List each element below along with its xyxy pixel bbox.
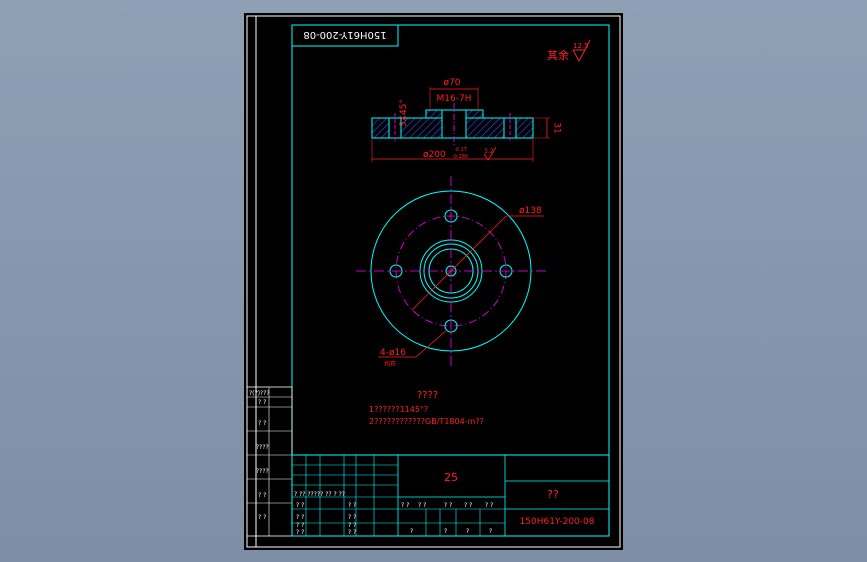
title-row-label-0: ? ?? ????? ?? ? ?? — [294, 491, 345, 498]
side-row-4: ???? — [256, 468, 269, 475]
title-bottom-2: ? — [466, 528, 469, 535]
rotated-drawing-code: 150H61Y-200-08 — [303, 29, 386, 40]
title-sign-2: ? ? — [348, 522, 356, 529]
dim-bore-text: ø70 — [444, 78, 461, 88]
section-view: ø70 M16-7H 5X45° 31 ø200 -0.17 -0.285 3.… — [371, 78, 562, 162]
dim-thickness-text: 31 — [552, 122, 562, 133]
title-block: 25 ?? 150H61Y-200-08 ? ?? ????? ?? ? ?? … — [291, 454, 610, 537]
title-row-label-3: ? ? — [296, 522, 304, 529]
title-row-label-1: ? ? — [296, 502, 304, 509]
notes-line-2: 2????????????GB/T1804-m?? — [369, 417, 484, 426]
dim-holes-leader — [415, 329, 448, 358]
title-sign-0: ? ? — [348, 502, 356, 509]
title-mid-4: ? ? — [485, 502, 493, 509]
title-sign-3: ? ? — [348, 529, 356, 536]
title-mid-3: ? ? — [464, 502, 472, 509]
side-row-6: ? ? — [258, 514, 266, 521]
title-row-label-4: ? ? — [296, 529, 304, 536]
title-name-cell: ?? — [547, 488, 559, 501]
title-drawing-number: 150H61Y-200-08 — [520, 517, 595, 527]
dim-tol-lower: -0.285 — [452, 154, 468, 160]
title-mid-2: ? ? — [444, 502, 452, 509]
title-scale-cell: 25 — [444, 471, 458, 484]
title-bottom-1: ? — [444, 528, 447, 535]
dim-tol-upper: -0.17 — [454, 147, 467, 153]
notes-title: ???? — [417, 390, 438, 401]
side-table: ?(?)??? ? ? ? ? ???? ???? ? ? ? ? — [246, 386, 293, 537]
title-bottom-0: ? — [410, 528, 413, 535]
title-mid-1: ? ? — [418, 502, 426, 509]
dim-holes-note: 均布 — [384, 360, 396, 368]
sheet-border — [246, 15, 621, 548]
side-row-1: ? ? — [258, 399, 266, 406]
title-bottom-3: ? — [489, 528, 492, 535]
side-row-2: ? ? — [258, 420, 266, 427]
dim-thread-text: M16-7H — [437, 94, 472, 104]
dim-outer-text: ø200 — [423, 150, 446, 160]
side-row-5: ? ? — [258, 492, 266, 499]
dim-pcd-leader — [411, 215, 507, 311]
side-row-0: ?(?)??? — [249, 390, 270, 397]
drawing-canvas[interactable]: 150H61Y-200-08 其余 12.5 ø70 M16-7H 5X45° … — [244, 13, 623, 550]
title-sign-1: ? ? — [348, 514, 356, 521]
dim-holes-text: 4-ø16 — [380, 348, 406, 358]
title-mid-0: ? ? — [401, 502, 409, 509]
dim-chamfer-text: 5X45° — [399, 99, 409, 127]
title-row-label-2: ? ? — [296, 514, 304, 521]
notes-line-1: 1??????1145°? — [369, 405, 428, 414]
side-row-3: ???? — [256, 444, 269, 451]
plan-view: ø138 4-ø16 均布 — [356, 176, 546, 368]
roughness-value: 12.5 — [573, 42, 589, 50]
roughness-label: 其余 — [547, 48, 569, 62]
dim-pcd-text: ø138 — [519, 206, 542, 216]
cad-viewport[interactable]: 150H61Y-200-08 其余 12.5 ø70 M16-7H 5X45° … — [244, 13, 623, 550]
